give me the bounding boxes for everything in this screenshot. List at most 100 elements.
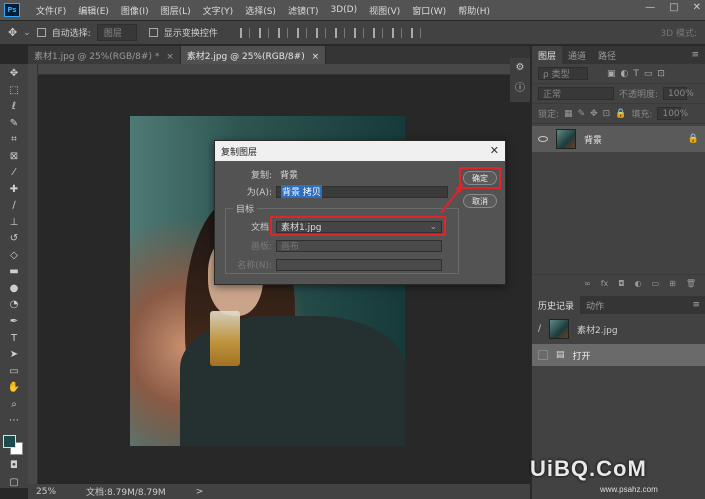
filter-type-icon[interactable]: T xyxy=(633,69,639,79)
blur-tool-icon[interactable]: ● xyxy=(7,283,21,295)
history-brush-tool-icon[interactable]: ↺ xyxy=(7,233,21,245)
menu-type[interactable]: 文字(Y) xyxy=(197,4,240,17)
tab-close-icon[interactable]: × xyxy=(312,52,320,62)
horizontal-ruler[interactable] xyxy=(38,64,530,75)
delete-layer-icon[interactable]: 🗑 xyxy=(686,279,696,288)
auto-select-dropdown[interactable]: 图层 xyxy=(96,24,137,41)
menu-edit[interactable]: 编辑(E) xyxy=(72,4,115,17)
eraser-tool-icon[interactable]: ◇ xyxy=(7,250,21,262)
tab-doc-2[interactable]: 素材2.jpg @ 25%(RGB/8#) × xyxy=(180,46,327,64)
align-hcenter-icon[interactable] xyxy=(315,27,326,38)
new-layer-icon[interactable]: ⊞ xyxy=(669,279,676,288)
link-layers-icon[interactable]: ∞ xyxy=(584,279,591,288)
menu-view[interactable]: 视图(V) xyxy=(363,4,406,17)
path-select-tool-icon[interactable]: ➤ xyxy=(7,349,21,361)
cancel-button[interactable]: 取消 xyxy=(463,194,497,208)
maximize-button[interactable]: □ xyxy=(669,2,678,13)
auto-select-checkbox[interactable] xyxy=(36,28,46,37)
add-mask-icon[interactable]: ◘ xyxy=(618,279,624,288)
menu-select[interactable]: 选择(S) xyxy=(239,4,282,17)
tab-channels[interactable]: 通道 xyxy=(562,46,592,64)
distribute-vcenter-icon[interactable] xyxy=(372,27,383,38)
history-snapshot[interactable]: ∕ 素材2.jpg xyxy=(532,314,705,344)
tab-doc-1[interactable]: 素材1.jpg @ 25%(RGB/8#) * × xyxy=(28,46,181,64)
properties-icon[interactable]: ⚙ xyxy=(516,62,525,73)
opacity-input[interactable]: 100% xyxy=(663,87,694,100)
visibility-eye-icon[interactable] xyxy=(538,136,548,142)
lock-artboard-icon[interactable]: ⊡ xyxy=(603,109,611,119)
frame-tool-icon[interactable]: ⊠ xyxy=(7,151,21,163)
status-arrow-icon[interactable]: > xyxy=(196,487,204,497)
screen-mode-icon[interactable]: ▢ xyxy=(7,476,21,488)
lock-image-icon[interactable]: ✎ xyxy=(578,109,586,119)
vertical-ruler[interactable] xyxy=(28,64,38,484)
foreground-color[interactable] xyxy=(3,435,16,449)
layer-style-icon[interactable]: fx xyxy=(601,279,609,288)
dodge-tool-icon[interactable]: ◔ xyxy=(7,299,21,311)
align-vcenter-icon[interactable] xyxy=(258,27,269,38)
menu-window[interactable]: 窗口(W) xyxy=(406,4,452,17)
lock-position-icon[interactable]: ✥ xyxy=(590,109,598,119)
quick-mask-icon[interactable]: ◘ xyxy=(7,460,21,472)
healing-brush-tool-icon[interactable]: ✚ xyxy=(7,184,21,196)
tool-preset-chevron-icon[interactable]: ⌄ xyxy=(23,28,31,38)
tab-paths[interactable]: 路径 xyxy=(592,46,622,64)
eyedropper-tool-icon[interactable]: ⁄ xyxy=(7,167,21,179)
rectangle-tool-icon[interactable]: ▭ xyxy=(7,365,21,377)
move-tool-icon[interactable]: ✥ xyxy=(8,26,17,39)
lasso-tool-icon[interactable]: ℓ xyxy=(7,101,21,113)
step-checkbox[interactable] xyxy=(538,350,548,360)
menu-3d[interactable]: 3D(D) xyxy=(324,5,363,15)
menu-help[interactable]: 帮助(H) xyxy=(452,4,496,17)
panel-menu-icon[interactable]: ≡ xyxy=(692,300,700,310)
tab-history[interactable]: 历史记录 xyxy=(532,296,581,314)
tab-actions[interactable]: 动作 xyxy=(580,296,610,314)
new-group-icon[interactable]: ▭ xyxy=(652,279,660,288)
tab-layers[interactable]: 图层 xyxy=(532,46,563,64)
pen-tool-icon[interactable]: ✒ xyxy=(7,316,21,328)
blend-mode-select[interactable]: 正常 xyxy=(538,87,614,100)
distribute-top-icon[interactable] xyxy=(353,27,364,38)
menu-file[interactable]: 文件(F) xyxy=(30,4,72,17)
distribute-left-icon[interactable] xyxy=(410,27,421,38)
move-tool-icon[interactable]: ✥ xyxy=(7,68,21,80)
hand-tool-icon[interactable]: ✋ xyxy=(7,382,21,394)
menu-filter[interactable]: 滤镜(T) xyxy=(282,4,325,17)
adjustment-layer-icon[interactable]: ◐ xyxy=(635,279,642,288)
more-tools-icon[interactable]: ⋯ xyxy=(7,415,21,427)
minimize-button[interactable]: — xyxy=(645,2,655,13)
lock-all-icon[interactable]: 🔒 xyxy=(615,109,626,119)
close-button[interactable]: ✕ xyxy=(693,2,701,13)
gradient-tool-icon[interactable]: ▬ xyxy=(7,266,21,278)
clone-stamp-tool-icon[interactable]: ⊥ xyxy=(7,217,21,229)
color-swatches[interactable] xyxy=(3,435,25,456)
lock-transparent-icon[interactable]: ▦ xyxy=(564,109,573,119)
tab-close-icon[interactable]: × xyxy=(166,52,174,62)
menu-layer[interactable]: 图层(L) xyxy=(155,4,197,17)
brush-tool-icon[interactable]: ∕ xyxy=(7,200,21,212)
quick-select-tool-icon[interactable]: ✎ xyxy=(7,118,21,130)
panel-menu-icon[interactable]: ≡ xyxy=(691,50,699,60)
show-transform-checkbox[interactable] xyxy=(148,28,158,37)
zoom-level[interactable]: 25% xyxy=(36,487,56,497)
history-step-open[interactable]: ▤ 打开 xyxy=(532,344,705,366)
filter-smart-icon[interactable]: ⊡ xyxy=(657,69,665,79)
crop-tool-icon[interactable]: ⌗ xyxy=(7,134,21,146)
info-icon[interactable]: ⓘ xyxy=(515,79,525,94)
as-name-input[interactable]: 背景 拷贝 xyxy=(276,185,448,198)
filter-adjust-icon[interactable]: ◐ xyxy=(621,69,629,79)
filter-shape-icon[interactable]: ▭ xyxy=(644,69,653,79)
distribute-bottom-icon[interactable] xyxy=(391,27,402,38)
align-bottom-icon[interactable] xyxy=(277,27,288,38)
zoom-tool-icon[interactable]: ⌕ xyxy=(7,398,21,410)
layer-item-background[interactable]: 背景 🔒 xyxy=(532,126,705,152)
align-right-icon[interactable] xyxy=(334,27,345,38)
filter-pixel-icon[interactable]: ▣ xyxy=(607,69,616,79)
dialog-close-icon[interactable]: ✕ xyxy=(490,144,499,157)
align-top-icon[interactable] xyxy=(239,27,250,38)
fill-input[interactable]: 100% xyxy=(657,107,688,120)
menu-image[interactable]: 图像(I) xyxy=(115,4,155,17)
marquee-tool-icon[interactable]: ⬚ xyxy=(7,85,21,97)
layer-kind-filter[interactable]: ρ 类型 xyxy=(538,67,588,80)
type-tool-icon[interactable]: T xyxy=(7,332,21,344)
